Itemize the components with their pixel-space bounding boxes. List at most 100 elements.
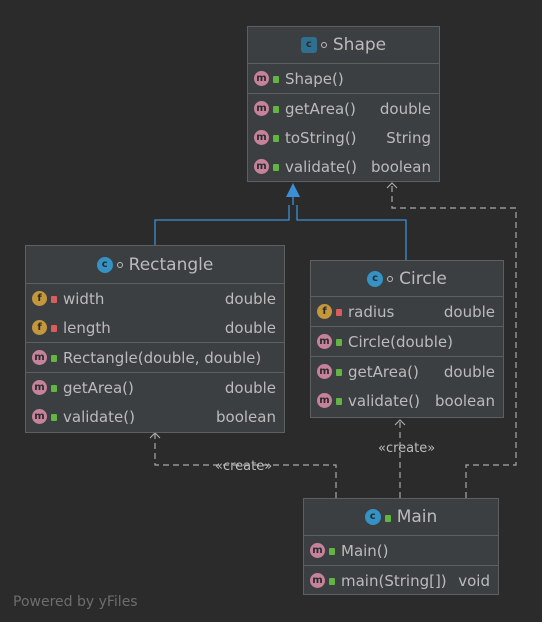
method-icon: m [317, 393, 332, 408]
field-icon: f [32, 291, 47, 306]
class-icon: c [367, 270, 384, 287]
edge-label-create-rectangle: «create» [215, 459, 273, 474]
member-name: validate() [285, 157, 357, 176]
class-node-shape[interactable]: c Shape m Shape() m getArea() double m t… [247, 26, 440, 182]
class-title: Main [396, 507, 438, 527]
field-icon: f [317, 304, 332, 319]
package-visibility-icon [320, 42, 327, 48]
class-icon: c [96, 256, 113, 273]
member-row[interactable]: m validate() boolean [26, 402, 284, 431]
edge-rectangle-extends-shape [154, 205, 290, 245]
watermark: Powered by yFiles [13, 594, 138, 610]
public-visibility-icon [273, 164, 279, 171]
member-type: double [379, 99, 431, 118]
member-row[interactable]: m getArea() double [311, 357, 503, 386]
member-name: toString() [285, 128, 357, 147]
public-visibility-icon [336, 339, 342, 346]
member-row[interactable]: m Main() [304, 536, 498, 565]
member-name: Main() [341, 541, 389, 560]
public-visibility-icon [273, 106, 279, 113]
member-type: boolean [216, 407, 276, 426]
public-visibility-icon [384, 514, 391, 522]
member-type: double [443, 362, 495, 381]
method-icon: m [317, 334, 332, 349]
member-row[interactable]: m main(String[]) void [304, 566, 498, 595]
member-row[interactable]: m Shape() [248, 64, 439, 93]
node-header: c Rectangle [26, 246, 284, 284]
edge-circle-extends-shape [296, 205, 407, 260]
member-row[interactable]: m validate() boolean [311, 386, 503, 415]
member-row[interactable]: m toString() String [248, 123, 439, 152]
fields-section: f radius double [311, 297, 503, 327]
member-row[interactable]: m Circle(double) [311, 327, 503, 356]
member-row[interactable]: f width double [26, 284, 284, 313]
method-icon: m [254, 101, 269, 116]
inheritance-arrowhead [286, 183, 300, 197]
member-row[interactable]: f radius double [311, 297, 503, 326]
node-header: c Shape [248, 27, 439, 64]
member-name: Rectangle(double, double) [63, 348, 262, 367]
constructors-section: m Main() [304, 536, 498, 566]
member-type: double [224, 289, 276, 308]
member-name: length [63, 318, 111, 337]
public-visibility-icon [336, 369, 342, 376]
private-visibility-icon [336, 309, 342, 316]
class-node-rectangle[interactable]: c Rectangle f width double f length doub… [25, 245, 285, 433]
member-row[interactable]: m getArea() double [248, 94, 439, 123]
member-row[interactable]: m Rectangle(double, double) [26, 343, 284, 372]
public-visibility-icon [273, 135, 279, 142]
public-visibility-icon [51, 355, 57, 362]
public-visibility-icon [329, 548, 335, 555]
node-header: c Circle [311, 261, 503, 297]
member-type: double [224, 318, 276, 337]
member-type: void [458, 571, 490, 590]
member-row[interactable]: m validate() boolean [248, 152, 439, 181]
private-visibility-icon [51, 325, 57, 332]
methods-section: m main(String[]) void [304, 566, 498, 595]
constructors-section: m Rectangle(double, double) [26, 343, 284, 373]
member-name: radius [348, 302, 395, 321]
member-type: double [443, 302, 495, 321]
member-name: width [63, 289, 105, 308]
constructors-section: m Circle(double) [311, 327, 503, 357]
member-name: validate() [348, 391, 420, 410]
method-icon: m [254, 71, 269, 86]
method-icon: m [317, 364, 332, 379]
member-name: validate() [63, 407, 135, 426]
member-name: getArea() [285, 99, 356, 118]
member-type: boolean [435, 391, 495, 410]
public-visibility-icon [273, 76, 279, 83]
class-title: Circle [399, 268, 447, 289]
public-visibility-icon [51, 414, 57, 421]
class-node-circle[interactable]: c Circle f radius double m Circle(double… [310, 260, 504, 418]
method-icon: m [254, 130, 269, 145]
member-row[interactable]: f length double [26, 313, 284, 342]
member-name: getArea() [348, 362, 419, 381]
member-name: main(String[]) [341, 571, 447, 590]
edge-label-create-circle: «create» [378, 441, 436, 456]
member-type: double [224, 378, 276, 397]
member-name: Shape() [285, 69, 344, 88]
class-title: Rectangle [128, 254, 214, 275]
method-icon: m [32, 350, 47, 365]
member-type: boolean [371, 157, 431, 176]
member-name: getArea() [63, 378, 134, 397]
package-visibility-icon [387, 275, 394, 282]
method-icon: m [32, 409, 47, 424]
static-method-icon: m [310, 573, 325, 588]
method-icon: m [254, 159, 269, 174]
method-icon: m [310, 543, 325, 558]
fields-section: f width double f length double [26, 284, 284, 343]
member-type: String [386, 128, 431, 147]
node-header: c Main [304, 499, 498, 536]
package-visibility-icon [116, 261, 123, 268]
member-name: Circle(double) [348, 332, 453, 351]
constructors-section: m Shape() [248, 64, 439, 94]
class-node-main[interactable]: c Main m Main() m main(String[]) void [303, 498, 499, 595]
methods-section: m getArea() double m toString() String m… [248, 94, 439, 181]
private-visibility-icon [51, 296, 57, 303]
class-title: Shape [332, 35, 387, 55]
member-row[interactable]: m getArea() double [26, 373, 284, 402]
methods-section: m getArea() double m validate() boolean [26, 373, 284, 431]
methods-section: m getArea() double m validate() boolean [311, 357, 503, 415]
